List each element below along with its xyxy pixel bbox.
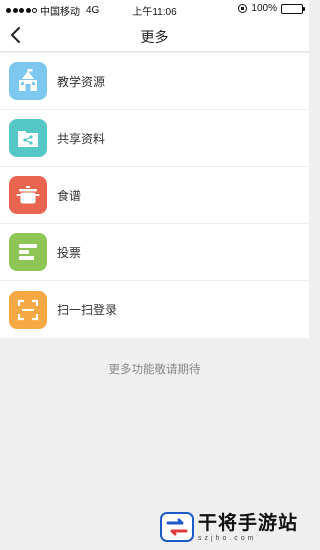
menu-item-label: 投票	[57, 245, 82, 260]
menu-list: 教学资源 共享资料 食谱 投票 扫一扫登录	[0, 53, 309, 338]
watermark-logo-icon	[160, 512, 194, 542]
menu-item-recipes[interactable]: 食谱	[0, 167, 309, 224]
vote-bars-icon	[9, 233, 47, 271]
chevron-left-icon	[11, 27, 20, 43]
coming-soon-note: 更多功能敬请期待	[108, 364, 201, 376]
status-right: 100%	[238, 3, 305, 14]
battery-percent: 100%	[251, 3, 277, 14]
back-button[interactable]	[2, 21, 30, 49]
school-building-icon	[9, 62, 47, 100]
watermark-text: 干将手游站 szjho.com	[198, 512, 298, 543]
battery-icon	[281, 3, 305, 14]
watermark-subtitle: szjho.com	[198, 535, 257, 542]
shared-folder-icon	[9, 119, 47, 157]
watermark-title: 干将手游站	[198, 512, 299, 534]
page-title: 更多	[140, 29, 169, 45]
scan-frame-icon	[9, 290, 47, 329]
status-bar: 中国移动 4G 上午11:06 100%	[0, 0, 309, 18]
rotation-lock-icon	[238, 4, 248, 13]
menu-item-label: 共享资料	[57, 131, 106, 146]
menu-item-vote[interactable]: 投票	[0, 224, 309, 281]
menu-item-shared-materials[interactable]: 共享资料	[0, 110, 309, 167]
menu-item-label: 扫一扫登录	[57, 303, 118, 317]
nav-bar: 更多	[0, 18, 309, 52]
menu-item-scan-login[interactable]: 扫一扫登录	[0, 281, 309, 338]
cooking-pot-icon	[9, 176, 47, 214]
site-watermark: 干将手游站 szjho.com	[160, 512, 306, 548]
menu-item-label: 食谱	[57, 188, 82, 203]
menu-item-teaching-resources[interactable]: 教学资源	[0, 53, 309, 110]
menu-item-label: 教学资源	[57, 74, 106, 89]
